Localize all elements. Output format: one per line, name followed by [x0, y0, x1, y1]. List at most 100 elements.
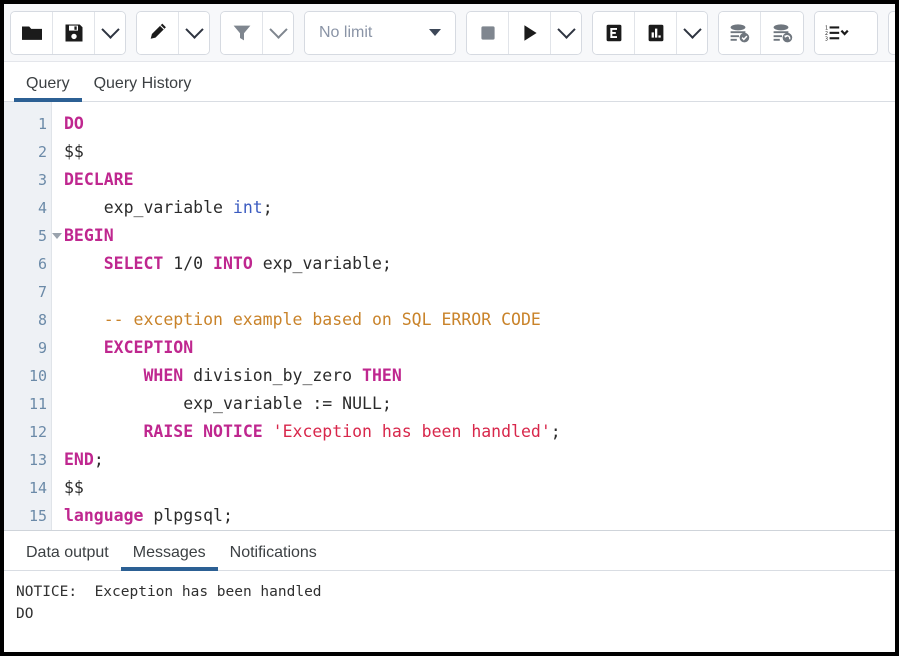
- code-line[interactable]: [64, 278, 895, 306]
- code-line[interactable]: RAISE NOTICE 'Exception has been handled…: [64, 418, 895, 446]
- code-line[interactable]: DO: [64, 110, 895, 138]
- line-number: 2: [4, 138, 51, 166]
- code-token: DECLARE: [64, 170, 134, 189]
- macros-button-group: 1 2 3: [814, 11, 878, 55]
- execute-query-button[interactable]: [509, 12, 551, 54]
- code-token: BEGIN: [64, 226, 114, 245]
- code-line[interactable]: $$: [64, 138, 895, 166]
- query-toolbar: No limit: [4, 4, 895, 62]
- chevron-down-icon: [269, 20, 287, 38]
- filter-button-group: [220, 11, 294, 55]
- svg-text:3: 3: [825, 36, 828, 42]
- filter-options-caret[interactable]: [263, 12, 293, 54]
- line-number: 5: [4, 222, 51, 250]
- explain-chart-icon: [646, 23, 666, 43]
- play-triangle-icon: [520, 23, 540, 43]
- filter-button[interactable]: [221, 12, 263, 54]
- code-line[interactable]: END;: [64, 446, 895, 474]
- chevron-down-icon: [557, 20, 575, 38]
- row-limit-value: No limit: [319, 24, 372, 42]
- stop-square-icon: [478, 23, 498, 43]
- save-options-caret[interactable]: [95, 12, 125, 54]
- line-number: 7: [4, 278, 51, 306]
- tab-notifications[interactable]: Notifications: [218, 544, 329, 570]
- edit-button[interactable]: [137, 12, 179, 54]
- query-tool-window: No limit: [4, 4, 895, 652]
- chevron-down-icon: [683, 20, 701, 38]
- code-line[interactable]: DECLARE: [64, 166, 895, 194]
- rowlimit-button-group: No limit: [304, 11, 456, 55]
- code-token: ;: [551, 422, 561, 441]
- code-line[interactable]: exp_variable := NULL;: [64, 390, 895, 418]
- numbered-list-chevron-icon: 1 2 3: [825, 24, 849, 42]
- code-line[interactable]: $$: [64, 474, 895, 502]
- sql-editor[interactable]: 123456789101112131415 DO$$DECLARE exp_va…: [4, 102, 895, 530]
- output-panel: Data output Messages Notifications NOTIC…: [4, 530, 895, 649]
- code-token: THEN: [362, 366, 402, 385]
- code-token: 1/0: [163, 254, 213, 273]
- code-token: [64, 422, 143, 441]
- code-line[interactable]: WHEN division_by_zero THEN: [64, 362, 895, 390]
- line-number: 14: [4, 474, 51, 502]
- transaction-button-group: [718, 11, 804, 55]
- code-line[interactable]: SELECT 1/0 INTO exp_variable;: [64, 250, 895, 278]
- tab-query-history-label: Query History: [94, 75, 192, 92]
- chevron-down-icon: [185, 20, 203, 38]
- explain-analyze-button[interactable]: [635, 12, 677, 54]
- code-token: $$: [64, 478, 84, 497]
- line-number: 3: [4, 166, 51, 194]
- code-token: division_by_zero: [183, 366, 362, 385]
- code-token: [64, 366, 143, 385]
- code-token: [64, 338, 104, 357]
- stop-query-button[interactable]: [467, 12, 509, 54]
- row-limit-select[interactable]: No limit: [305, 12, 455, 54]
- execute-options-caret[interactable]: [551, 12, 581, 54]
- code-token: EXCEPTION: [104, 338, 193, 357]
- code-token: plpgsql;: [143, 506, 232, 525]
- code-line[interactable]: exp_variable int;: [64, 194, 895, 222]
- tab-query-history[interactable]: Query History: [82, 75, 204, 101]
- database-undo-icon: [771, 23, 794, 43]
- execute-button-group: [466, 11, 582, 55]
- save-icon: [64, 23, 84, 43]
- caret-down-icon: [429, 29, 441, 36]
- code-token: exp_variable: [64, 198, 233, 217]
- open-file-button[interactable]: [11, 12, 53, 54]
- code-line[interactable]: BEGIN: [64, 222, 895, 250]
- database-check-icon: [728, 23, 751, 43]
- code-token: END: [64, 450, 94, 469]
- output-tabstrip: Data output Messages Notifications: [4, 531, 895, 571]
- code-line[interactable]: -- exception example based on SQL ERROR …: [64, 306, 895, 334]
- message-line: DO: [16, 603, 883, 625]
- edit-options-caret[interactable]: [179, 12, 209, 54]
- commit-button[interactable]: [719, 12, 761, 54]
- explain-e-icon: [604, 23, 624, 43]
- explain-options-caret[interactable]: [677, 12, 707, 54]
- code-line[interactable]: EXCEPTION: [64, 334, 895, 362]
- tab-query-label: Query: [26, 75, 70, 92]
- code-token: SELECT: [104, 254, 164, 273]
- overflow-button-group[interactable]: [888, 11, 895, 55]
- code-token: INTO: [213, 254, 253, 273]
- message-line: NOTICE: Exception has been handled: [16, 581, 883, 603]
- code-token: [64, 254, 104, 273]
- macros-button[interactable]: 1 2 3: [815, 12, 877, 54]
- rollback-button[interactable]: [761, 12, 803, 54]
- tab-data-output-label: Data output: [26, 544, 109, 561]
- explain-button[interactable]: [593, 12, 635, 54]
- line-number: 10: [4, 362, 51, 390]
- tab-messages[interactable]: Messages: [121, 544, 218, 570]
- line-number: 13: [4, 446, 51, 474]
- code-token: exp_variable := NULL;: [64, 394, 392, 413]
- tab-query[interactable]: Query: [14, 75, 82, 101]
- chevron-down-icon: [101, 20, 119, 38]
- line-number: 6: [4, 250, 51, 278]
- line-number: 12: [4, 418, 51, 446]
- code-token: DO: [64, 114, 84, 133]
- save-file-button[interactable]: [53, 12, 95, 54]
- tab-data-output[interactable]: Data output: [14, 544, 121, 570]
- editor-code-area[interactable]: DO $$ DECLARE exp_variable int; BEGIN SELEC…: [52, 102, 895, 530]
- code-line[interactable]: language plpgsql;: [64, 502, 895, 530]
- explain-button-group: [592, 11, 708, 55]
- fold-triangle-icon[interactable]: [52, 233, 62, 239]
